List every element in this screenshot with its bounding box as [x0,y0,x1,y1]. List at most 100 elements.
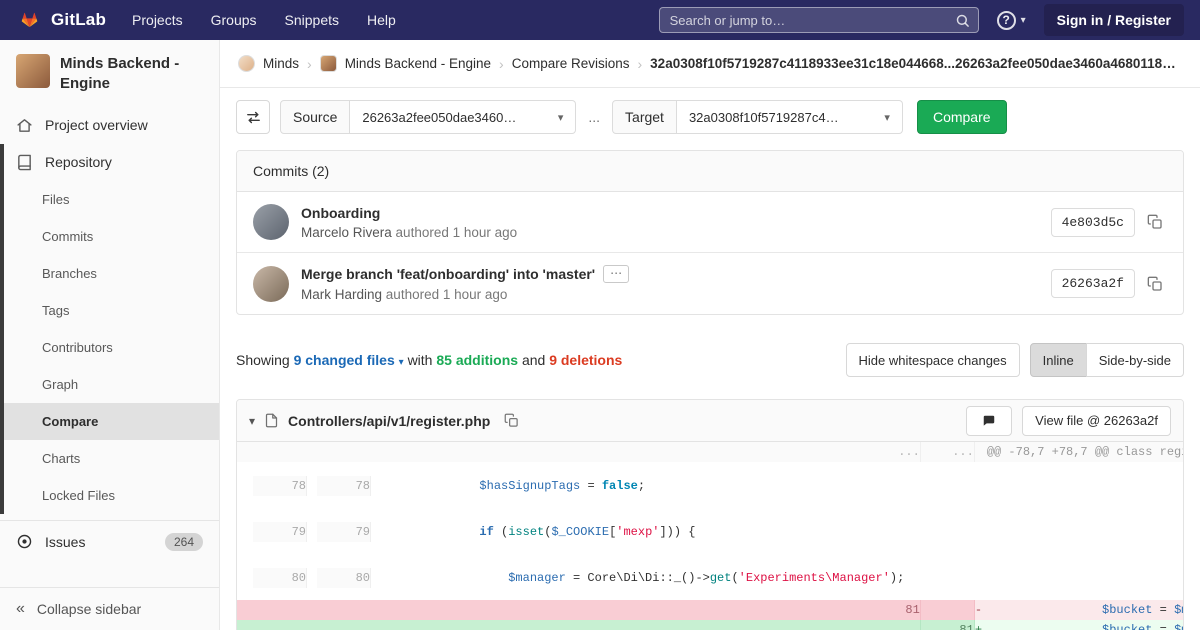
line-number[interactable]: 80 [253,568,307,588]
target-value: 32a0308f10f5719287c4… [689,110,839,125]
project-context-link[interactable]: Minds Backend - Engine [0,40,219,107]
avatar [253,266,289,302]
copy-icon [1147,276,1163,292]
collapse-diff-caret-icon[interactable]: ▾ [249,414,255,428]
toggle-comments-button[interactable] [966,406,1012,436]
collapse-icon: « [16,601,25,617]
sidebar-item-locked-files[interactable]: Locked Files [0,477,219,514]
nav-projects[interactable]: Projects [132,12,183,28]
inline-view-button[interactable]: Inline [1030,343,1087,377]
copy-icon [504,413,519,428]
copy-file-path-button[interactable] [499,409,523,433]
line-number[interactable] [920,600,974,620]
target-dropdown[interactable]: 32a0308f10f5719287c4… ▾ [677,100,903,134]
breadcrumb-page-link[interactable]: Compare Revisions [512,56,630,71]
sidebar-project-name: Minds Backend - Engine [60,54,203,95]
chevron-right-icon: › [307,56,312,72]
diff-view-options: Hide whitespace changes Inline Side-by-s… [846,343,1185,377]
sidebar-item-commits[interactable]: Commits [0,218,219,255]
breadcrumb: Minds › Minds Backend - Engine › Compare… [220,40,1200,88]
copy-sha-button[interactable] [1143,272,1167,296]
sidebar-item-charts[interactable]: Charts [0,440,219,477]
sidebar-item-branches[interactable]: Branches [0,255,219,292]
changed-files-dropdown[interactable]: 9 changed files ▾ [294,352,404,368]
expand-commit-message-button[interactable]: ⋯ [603,265,629,283]
copy-icon [1147,214,1163,230]
avatar [253,204,289,240]
sign-in-button[interactable]: Sign in / Register [1044,4,1184,36]
hide-whitespace-button[interactable]: Hide whitespace changes [846,343,1020,377]
nav-groups[interactable]: Groups [211,12,257,28]
sidebar-item-contributors[interactable]: Contributors [0,329,219,366]
search-input[interactable] [660,8,978,32]
commit-info: Merge branch 'feat/onboarding' into 'mas… [301,265,1039,302]
line-number[interactable]: 79 [317,522,371,542]
chevron-right-icon: › [638,56,643,72]
help-menu[interactable]: ? ▾ [997,11,1026,30]
view-file-button[interactable]: View file @ 26263a2f [1022,406,1171,436]
nav-help[interactable]: Help [367,12,396,28]
commit-author: Mark Harding [301,287,382,302]
sidebar-item-repository[interactable]: Repository [0,144,219,181]
commit-meta: Marcelo Rivera authored 1 hour ago [301,225,1039,240]
line-number[interactable]: 79 [253,522,307,542]
tanuki-icon [16,7,43,33]
code-cell: $manager = Core\Di\Di::_()->get('Experim… [381,568,904,588]
sidebar-item-project-overview[interactable]: Project overview [0,107,219,144]
line-number[interactable]: 81 [920,620,974,630]
additions-count: 85 additions [436,352,518,368]
commit-sha-link[interactable]: 26263a2f [1051,269,1135,298]
swap-revisions-button[interactable] [236,100,270,134]
project-avatar-small [320,55,337,72]
sidebar-item-compare[interactable]: Compare [0,403,219,440]
commit-info: Onboarding Marcelo Rivera authored 1 hou… [301,205,1039,240]
diff-file-header: ▾ Controllers/api/v1/register.php [237,400,1183,442]
global-search[interactable] [659,7,979,33]
target-label: Target [612,100,677,134]
diff-file-path[interactable]: Controllers/api/v1/register.php [288,413,490,429]
line-number[interactable]: 80 [317,568,371,588]
source-dropdown[interactable]: 26263a2fee050dae3460… ▾ [350,100,576,134]
gitlab-logo[interactable]: GitLab [16,7,106,33]
group-avatar [238,55,255,72]
diff-line: 80 80 $manager = Core\Di\Di::_()->get('Ex… [237,554,920,600]
diff-line: ......@@ -78,7 +78,7 @@ class register i… [237,442,1184,462]
chevron-down-icon: ▾ [399,357,404,368]
code-cell: + $bucket = $manager->getBucketForExperi… [974,620,1184,630]
line-number[interactable]: 78 [317,476,371,496]
issues-icon [16,533,33,550]
line-number[interactable]: 78 [253,476,307,496]
line-number[interactable]: 81 [237,600,920,620]
target-group: Target 32a0308f10f5719287c4… ▾ [612,100,903,134]
nav-snippets[interactable]: Snippets [285,12,339,28]
copy-sha-button[interactable] [1143,210,1167,234]
sidebar-item-tags[interactable]: Tags [0,292,219,329]
breadcrumb-group-link[interactable]: Minds [263,56,299,71]
sidebar-section-repository: Repository Files Commits Branches Tags C… [0,144,219,514]
collapse-sidebar-button[interactable]: « Collapse sidebar [0,587,219,630]
diff-line: 81+ $bucket = $manager->getBucketForExpe… [237,620,1184,630]
top-navbar: GitLab Projects Groups Snippets Help ? ▾… [0,0,1200,40]
swap-arrows-icon [245,109,262,126]
commit-time: authored 1 hour ago [396,225,518,240]
breadcrumb-project-link[interactable]: Minds Backend - Engine [345,56,491,71]
diff-line: 81- $bucket = $manager->getBucketForExpe… [237,600,1184,620]
sidebar-item-issues[interactable]: Issues 264 [0,520,219,563]
home-icon [16,117,33,134]
side-by-side-view-button[interactable]: Side-by-side [1086,343,1184,377]
diff-line: 7979 if (isset($_COOKIE['mexp'])) { [237,508,920,554]
sidebar-item-graph[interactable]: Graph [0,366,219,403]
source-label: Source [280,100,350,134]
source-value: 26263a2fee050dae3460… [362,110,516,125]
line-number[interactable] [237,620,920,630]
compare-button[interactable]: Compare [917,100,1007,134]
sidebar-item-label: Repository [45,154,112,170]
sidebar-item-files[interactable]: Files [0,181,219,218]
commit-title-link[interactable]: Merge branch 'feat/onboarding' into 'mas… [301,266,595,282]
commit-meta: Mark Harding authored 1 hour ago [301,287,1039,302]
commit-sha-link[interactable]: 4e803d5c [1051,208,1135,237]
diff-marker: + [975,620,987,630]
diff-file-panel: ▾ Controllers/api/v1/register.php [236,399,1184,630]
summary-with: with [408,352,433,368]
commit-title-link[interactable]: Onboarding [301,205,1039,221]
